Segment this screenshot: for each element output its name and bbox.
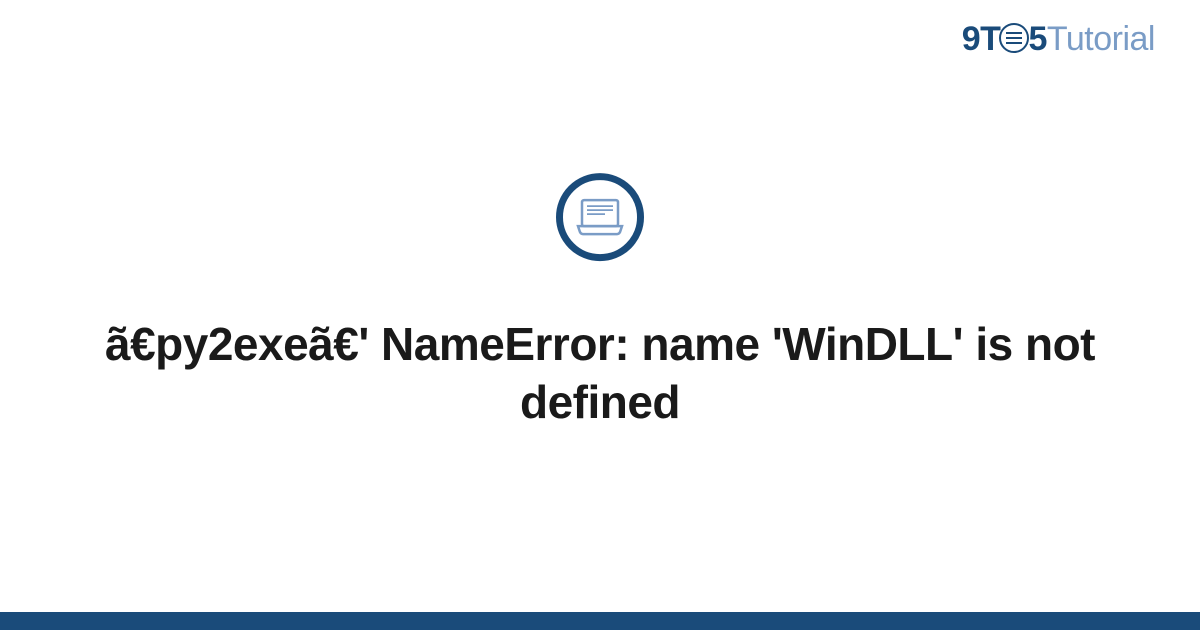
laptop-icon xyxy=(556,173,644,261)
logo-text-5: 5 xyxy=(1028,20,1046,58)
main-content: ã€py2exeã€' NameError: name 'WinDLL' is … xyxy=(0,173,1200,431)
footer-bar xyxy=(0,612,1200,630)
header-logo[interactable]: 9T 5Tutorial xyxy=(962,20,1155,59)
logo-circle-icon xyxy=(999,23,1029,53)
site-logo: 9T 5Tutorial xyxy=(962,20,1155,59)
laptop-svg-icon xyxy=(575,197,625,237)
page-title: ã€py2exeã€' NameError: name 'WinDLL' is … xyxy=(60,316,1140,431)
logo-text-9t: 9T xyxy=(962,20,1001,58)
logo-text-tutorial: Tutorial xyxy=(1047,20,1155,58)
